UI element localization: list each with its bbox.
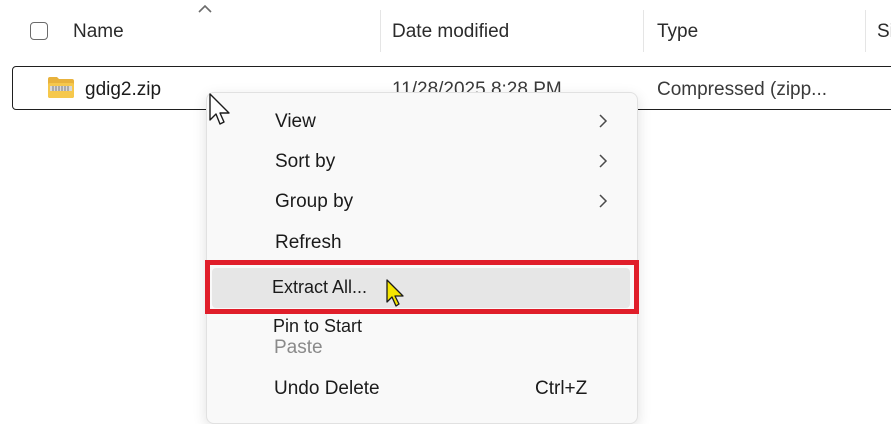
column-header-date-modified[interactable]: Date modified: [392, 21, 509, 43]
menu-item-sort-by[interactable]: Sort by: [207, 142, 637, 182]
column-header-type[interactable]: Type: [657, 21, 698, 43]
menu-item-label: Refresh: [275, 232, 342, 253]
chevron-right-icon: [599, 114, 608, 128]
menu-item-label: View: [275, 111, 316, 132]
menu-item-group-by[interactable]: Group by: [207, 182, 637, 222]
menu-item-undo-delete[interactable]: Undo Delete: [274, 378, 380, 400]
file-name[interactable]: gdig2.zip: [85, 79, 161, 101]
menu-item-label: Sort by: [275, 151, 336, 172]
chevron-right-icon: [599, 194, 608, 208]
sort-ascending-icon: [198, 4, 212, 13]
menu-item-undo-delete-shortcut: Ctrl+Z: [535, 378, 588, 399]
chevron-right-icon: [599, 154, 608, 168]
menu-item-view[interactable]: View: [207, 102, 637, 142]
menu-item-paste: Paste: [274, 337, 323, 358]
file-type: Compressed (zipp...: [657, 79, 828, 100]
menu-item-label: Group by: [275, 191, 354, 212]
column-header-size[interactable]: Si: [877, 21, 891, 43]
select-all-checkbox[interactable]: [30, 22, 48, 40]
context-menu: View Sort by Group by Refresh: [206, 92, 638, 424]
column-header-name[interactable]: Name: [73, 21, 124, 43]
column-divider[interactable]: [380, 10, 381, 52]
column-divider[interactable]: [865, 10, 866, 52]
highlight-annotation-frame: [205, 260, 639, 314]
zip-folder-icon: [48, 77, 74, 98]
menu-item-refresh[interactable]: Refresh: [207, 223, 637, 263]
menu-item-pin-to-start[interactable]: Pin to Start: [273, 316, 362, 333]
column-divider[interactable]: [643, 10, 644, 52]
